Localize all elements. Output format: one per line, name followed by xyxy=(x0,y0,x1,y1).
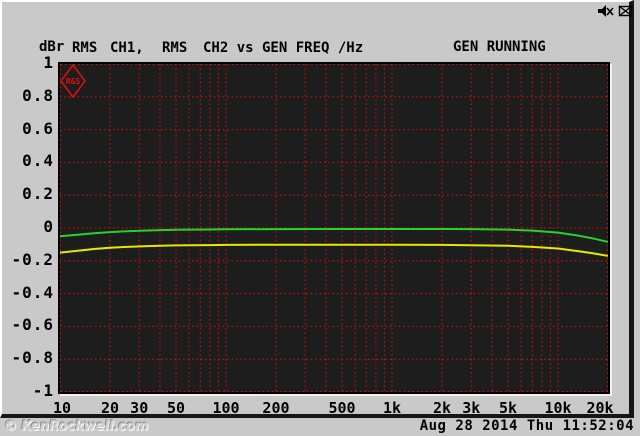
rs-logo-icon: R&S xyxy=(60,64,86,99)
y-tick-label: -0.2 xyxy=(11,249,54,269)
measurement-title-segment: CH1, xyxy=(110,40,144,56)
trace-1 xyxy=(60,228,608,243)
x-tick-label: 3k xyxy=(462,399,481,417)
y-tick-label: -0.6 xyxy=(11,315,54,335)
status-line-generator: GEN RUNNING xyxy=(453,39,546,55)
y-tick-label: -0.8 xyxy=(11,348,54,368)
monitor-muted-icon xyxy=(618,5,633,17)
status-icons xyxy=(597,4,634,19)
x-tick-label: 10k xyxy=(544,399,572,417)
rs-logo-text: R&S xyxy=(66,77,81,86)
watermark: © KenRockwell.com xyxy=(4,419,149,434)
y-tick-label: 0.4 xyxy=(22,151,54,171)
analyzer-screenshot: GEN RUNNING ANL 1:TERM 2:TERM SWP TERMIN… xyxy=(0,0,640,436)
x-tick-label: 20k xyxy=(586,399,614,417)
x-tick-label: 10 xyxy=(52,399,72,417)
y-tick-label: 1 xyxy=(43,53,54,72)
x-tick-label: 100 xyxy=(212,399,240,417)
plot-area: R&S xyxy=(58,62,610,394)
measurement-title-segment: RMS xyxy=(162,40,188,56)
datetime-display: Aug 28 2014 Thu 11:52:04 xyxy=(419,418,634,434)
trace-2 xyxy=(60,243,608,257)
x-tick-label: 20 xyxy=(100,399,119,417)
y-tick-label: 0.6 xyxy=(22,118,54,138)
plot-canvas xyxy=(60,64,608,392)
x-tick-label: 5k xyxy=(499,399,518,417)
x-tick-label: 500 xyxy=(328,399,356,417)
measurement-title-segment: GEN FREQ /Hz xyxy=(262,40,364,56)
x-tick-label: 2k xyxy=(432,399,452,417)
speaker-muted-icon xyxy=(598,5,614,17)
x-tick-label: 30 xyxy=(130,399,149,417)
y-tick-label: -0.4 xyxy=(11,282,54,302)
y-tick-label: 0 xyxy=(43,217,54,236)
x-tick-label: 200 xyxy=(262,399,290,417)
y-tick-label: 0.8 xyxy=(22,85,54,105)
x-tick-label: 50 xyxy=(167,399,186,417)
measurement-title-segment: RMS xyxy=(72,40,98,56)
y-tick-label: 0.2 xyxy=(22,184,54,204)
measurement-title-segment: CH2 vs xyxy=(203,40,254,56)
y-tick-label: -1 xyxy=(32,381,54,400)
x-tick-label: 1k xyxy=(382,399,402,417)
